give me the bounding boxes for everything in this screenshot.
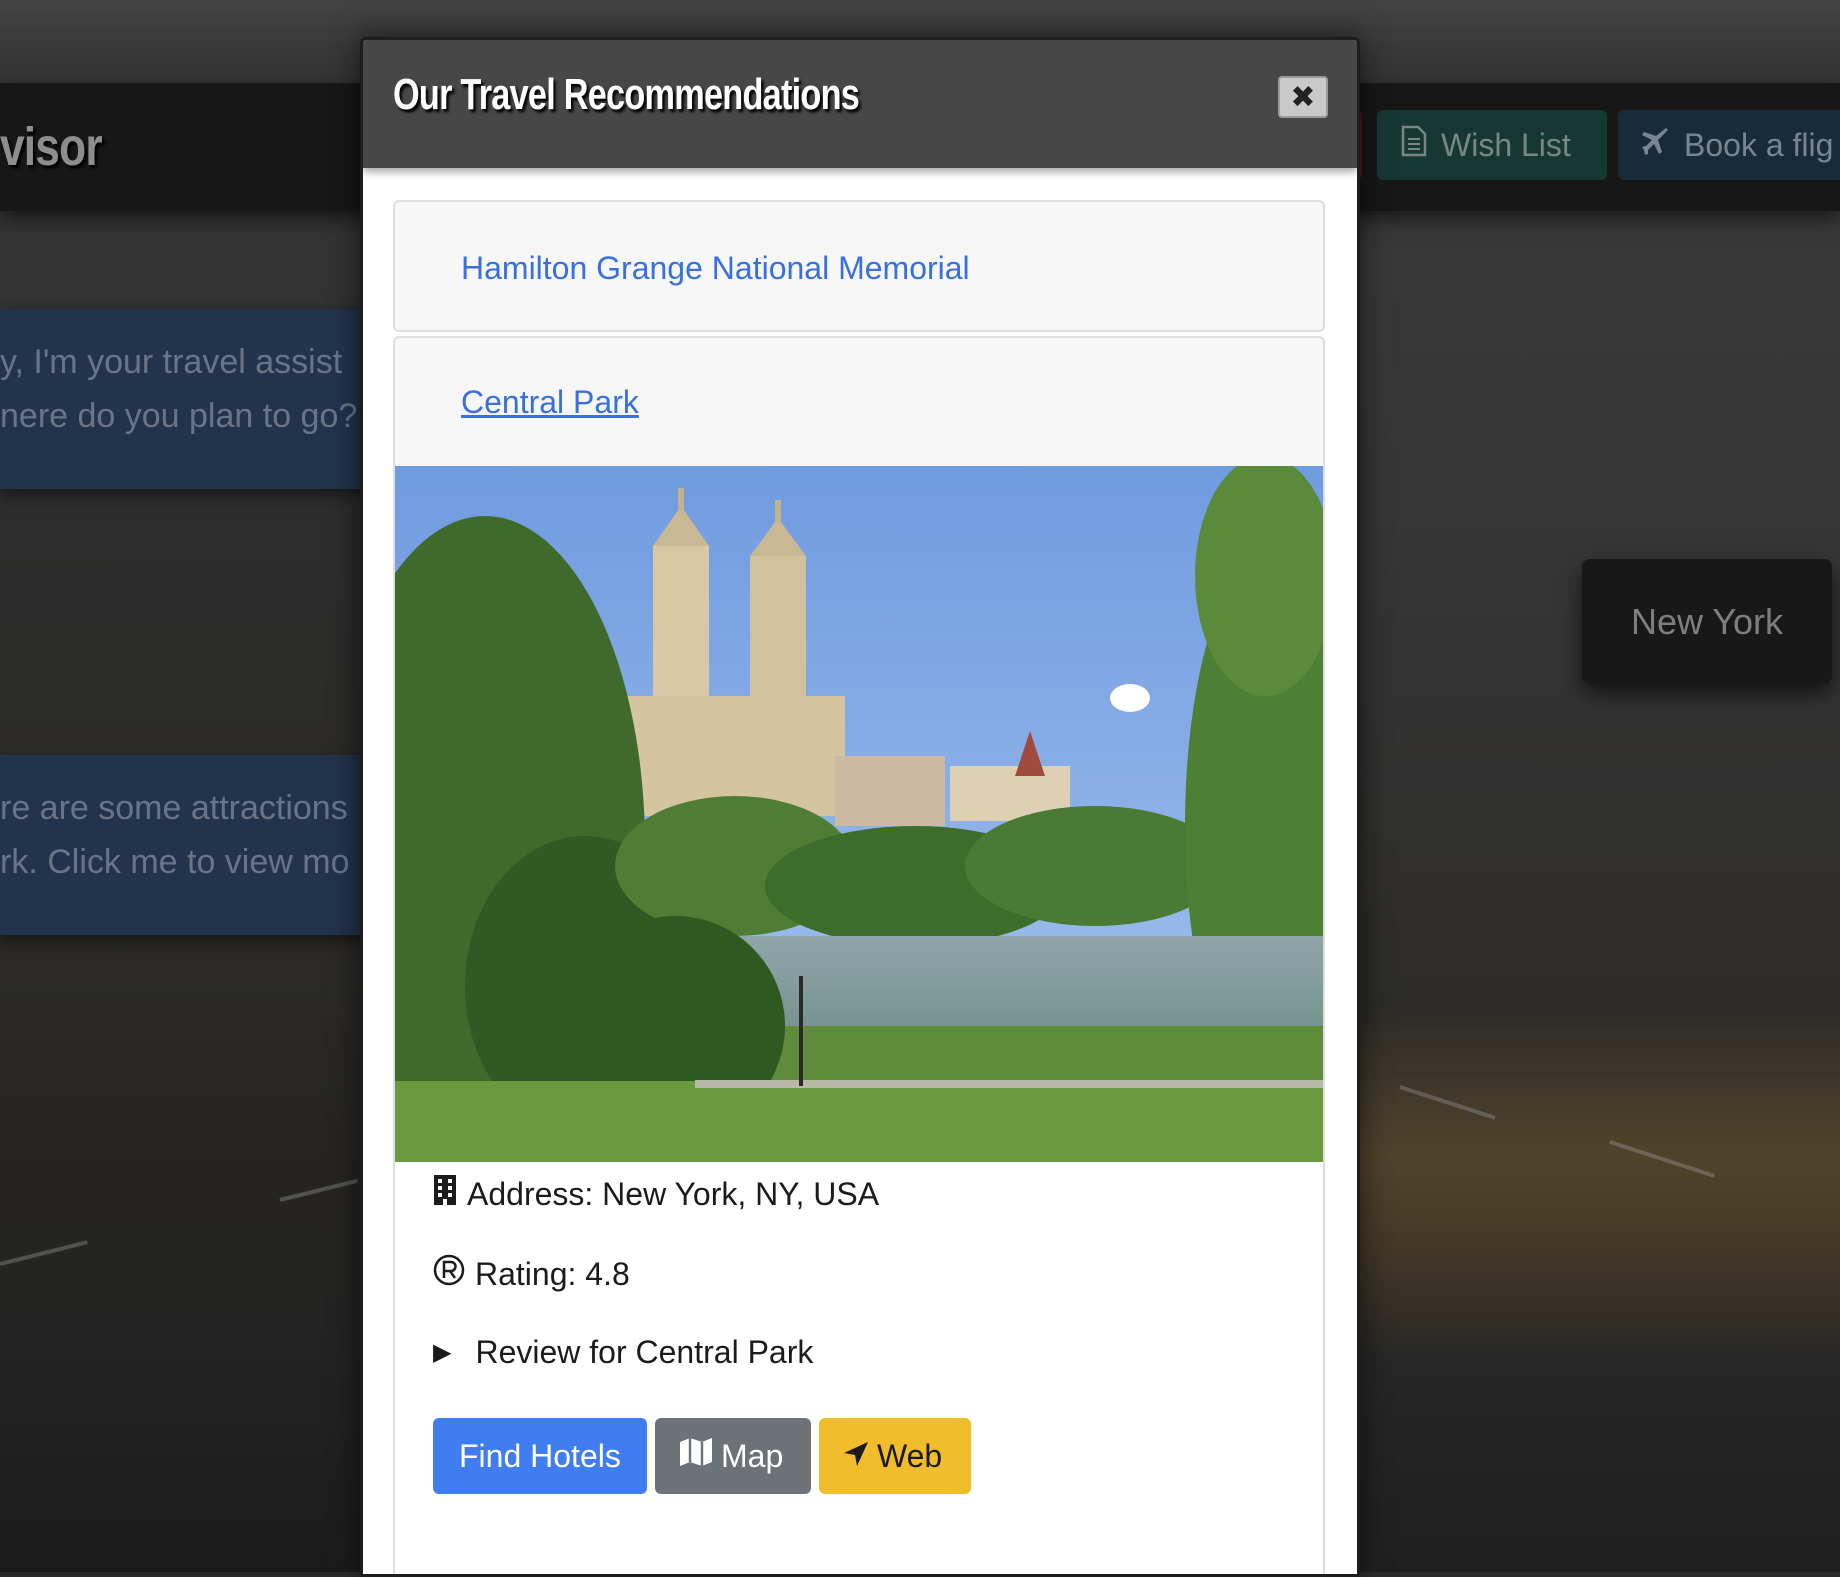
building-icon [433, 1174, 457, 1214]
map-icon [679, 1437, 713, 1475]
central-park-photo [395, 466, 1323, 1162]
rating-line: Rating: 4.8 [433, 1254, 630, 1294]
recommendation-link-hamilton-grange[interactable]: Hamilton Grange National Memorial [461, 250, 970, 287]
web-label: Web [877, 1437, 943, 1474]
attraction-photo [395, 466, 1323, 1162]
recommendation-item-expanded: Central Park Address: New York, NY, USA … [393, 336, 1325, 1574]
modal-header: Our Travel Recommendations ✖ [363, 40, 1357, 168]
recommendation-link-central-park[interactable]: Central Park [461, 384, 639, 421]
review-summary-text: Review for Central Park [475, 1334, 814, 1370]
rating-text: Rating: 4.8 [475, 1255, 630, 1292]
location-arrow-icon [843, 1438, 869, 1475]
map-button[interactable]: Map [655, 1418, 811, 1494]
registered-icon [433, 1254, 465, 1294]
address-text: Address: New York, NY, USA [467, 1175, 880, 1212]
address-line: Address: New York, NY, USA [433, 1174, 879, 1214]
map-label: Map [721, 1437, 784, 1474]
find-hotels-label: Find Hotels [459, 1437, 621, 1474]
recommendation-item[interactable]: Hamilton Grange National Memorial [393, 200, 1325, 332]
web-button[interactable]: Web [819, 1418, 971, 1494]
disclosure-triangle-icon: ▶ [433, 1339, 452, 1366]
find-hotels-button[interactable]: Find Hotels [433, 1418, 647, 1494]
review-disclosure[interactable]: ▶ Review for Central Park [433, 1334, 813, 1371]
attraction-details: Address: New York, NY, USA Rating: 4.8 ▶… [395, 1162, 1323, 1574]
close-button[interactable]: ✖ [1278, 76, 1328, 118]
recommendations-modal: Our Travel Recommendations ✖ Hamilton Gr… [360, 37, 1360, 1577]
close-icon: ✖ [1290, 80, 1316, 114]
action-buttons: Find Hotels Map Web [433, 1418, 971, 1494]
modal-title: Our Travel Recommendations [393, 70, 860, 119]
